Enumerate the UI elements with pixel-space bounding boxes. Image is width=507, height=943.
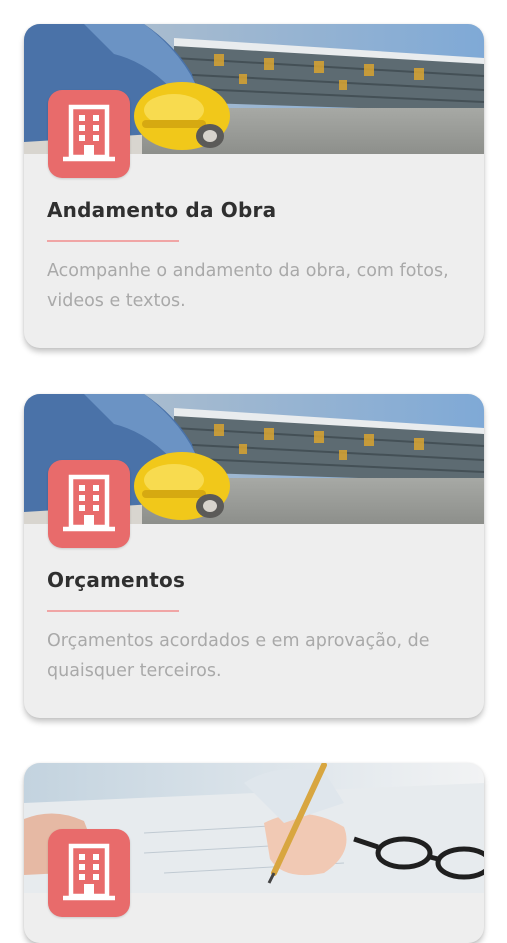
title-divider (47, 240, 179, 242)
title-divider (47, 610, 179, 612)
card-orcamentos[interactable]: Orçamentos Orçamentos acordados e em apr… (24, 394, 484, 718)
card-andamento-da-obra[interactable]: Andamento da Obra Acompanhe o andamento … (24, 24, 484, 348)
card-title: Andamento da Obra (47, 198, 277, 222)
building-icon (48, 829, 130, 917)
building-icon (48, 460, 130, 548)
card-title: Orçamentos (47, 568, 186, 592)
card-third[interactable] (24, 763, 484, 943)
building-icon (48, 90, 130, 178)
card-description: Acompanhe o andamento da obra, com fotos… (47, 261, 449, 311)
card-description: Orçamentos acordados e em aprovação, de … (47, 631, 430, 681)
